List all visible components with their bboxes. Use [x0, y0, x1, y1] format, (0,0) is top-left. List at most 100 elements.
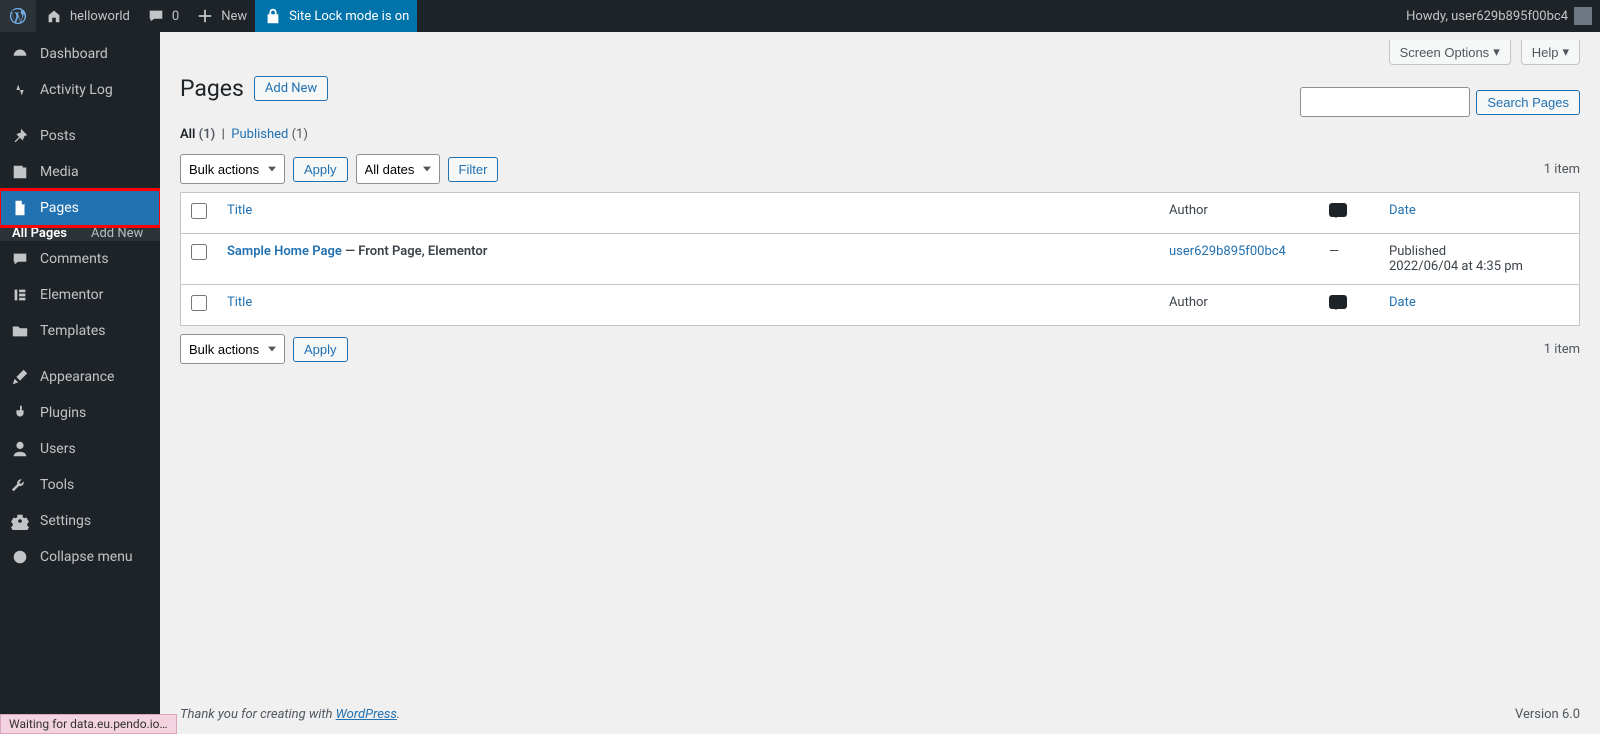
filter-all[interactable]: All: [180, 127, 195, 142]
menu-item-appearance[interactable]: Appearance: [0, 359, 160, 395]
chevron-down-icon: ▾: [1493, 44, 1500, 60]
col-comments-footer[interactable]: [1319, 284, 1379, 325]
comment-icon: [1329, 203, 1347, 217]
avatar: [1574, 7, 1592, 25]
menu-item-dashboard[interactable]: Dashboard: [0, 36, 160, 72]
sitelock-label: Site Lock mode is on: [289, 9, 409, 24]
menu-item-elementor[interactable]: Elementor: [0, 277, 160, 313]
folder-icon: [10, 321, 30, 341]
screen-options-button[interactable]: Screen Options ▾: [1389, 40, 1511, 65]
plug-icon: [10, 403, 30, 423]
admin-sidebar: DashboardActivity LogPostsMediaPagesAll …: [0, 32, 160, 734]
bulk-actions-select-bottom[interactable]: Bulk actions: [180, 334, 285, 364]
submenu-item-add-new[interactable]: Add New: [79, 220, 155, 247]
account-link[interactable]: Howdy, user629b895f00bc4: [1398, 7, 1600, 25]
new-label: New: [221, 9, 247, 24]
elementor-icon: [10, 285, 30, 305]
row-author-link[interactable]: user629b895f00bc4: [1169, 244, 1286, 259]
apply-button-top[interactable]: Apply: [293, 157, 348, 182]
wp-logo[interactable]: [0, 0, 36, 32]
menu-item-label: Templates: [40, 323, 106, 339]
item-count-bottom: 1 item: [1544, 342, 1580, 357]
chevron-down-icon: ▾: [1562, 44, 1569, 60]
select-all-bottom[interactable]: [191, 295, 207, 311]
select-all-top[interactable]: [191, 203, 207, 219]
table-row: Sample Home Page — Front Page, Elementor…: [181, 234, 1579, 284]
menu-item-users[interactable]: Users: [0, 431, 160, 467]
site-name-link[interactable]: helloworld: [36, 0, 138, 32]
menu-item-label: Elementor: [40, 287, 103, 303]
menu-item-media[interactable]: Media: [0, 154, 160, 190]
col-author-footer: Author: [1159, 284, 1319, 325]
new-content-link[interactable]: New: [187, 0, 255, 32]
row-states: — Front Page, Elementor: [342, 244, 488, 259]
menu-item-label: Tools: [40, 477, 74, 493]
search-input[interactable]: [1300, 87, 1470, 117]
col-date-header[interactable]: Date: [1389, 203, 1416, 218]
menu-item-posts[interactable]: Posts: [0, 118, 160, 154]
page-title: Pages: [180, 75, 244, 102]
browser-status-bar: Waiting for data.eu.pendo.io…: [0, 714, 177, 734]
row-title-link[interactable]: Sample Home Page: [227, 244, 342, 259]
admin-footer: Thank you for creating with WordPress. V…: [180, 695, 1580, 734]
comments-link[interactable]: 0: [138, 0, 187, 32]
row-comments: —: [1319, 234, 1379, 284]
pages-table: Title Author Date Sample Home Page — Fro…: [180, 192, 1580, 326]
menu-item-settings[interactable]: Settings: [0, 503, 160, 539]
sitelock-link[interactable]: Site Lock mode is on: [255, 0, 417, 32]
plus-icon: [195, 6, 215, 26]
menu-item-label: Media: [40, 164, 79, 180]
item-count-top: 1 item: [1544, 162, 1580, 177]
comment-icon: [10, 249, 30, 269]
home-icon: [44, 6, 64, 26]
media-icon: [10, 162, 30, 182]
row-checkbox[interactable]: [191, 244, 207, 260]
menu-item-collapse-menu[interactable]: Collapse menu: [0, 539, 160, 575]
filter-published-count: (1): [292, 127, 308, 142]
col-title-footer[interactable]: Title: [227, 295, 252, 310]
menu-item-templates[interactable]: Templates: [0, 313, 160, 349]
settings-icon: [10, 511, 30, 531]
help-label: Help: [1532, 45, 1559, 60]
filter-button[interactable]: Filter: [448, 157, 499, 182]
menu-item-label: Posts: [40, 128, 76, 144]
apply-button-bottom[interactable]: Apply: [293, 337, 348, 362]
filter-published[interactable]: Published: [231, 127, 288, 142]
help-button[interactable]: Help ▾: [1521, 40, 1580, 65]
wordpress-icon: [8, 6, 28, 26]
col-author-header: Author: [1159, 193, 1319, 234]
menu-item-label: Appearance: [40, 369, 114, 385]
menu-item-activity-log[interactable]: Activity Log: [0, 72, 160, 108]
collapse-icon: [10, 547, 30, 567]
date-filter-select[interactable]: All dates: [356, 154, 440, 184]
filter-all-count: (1): [199, 127, 216, 142]
search-button[interactable]: Search Pages: [1476, 90, 1580, 115]
lock-icon: [263, 6, 283, 26]
bulk-actions-select-top[interactable]: Bulk actions: [180, 154, 285, 184]
dashboard-icon: [10, 44, 30, 64]
main-content: Screen Options ▾ Help ▾ Pages Add New Se…: [160, 32, 1600, 734]
comment-icon: [146, 6, 166, 26]
menu-item-label: Users: [40, 441, 76, 457]
menu-item-label: Activity Log: [40, 82, 113, 98]
site-name: helloworld: [70, 9, 130, 24]
menu-item-label: Dashboard: [40, 46, 108, 62]
comment-icon: [1329, 295, 1347, 309]
user-icon: [10, 439, 30, 459]
submenu-item-all-pages[interactable]: All Pages: [0, 220, 79, 247]
version-text: Version 6.0: [1515, 707, 1580, 722]
wordpress-link[interactable]: WordPress: [336, 707, 397, 722]
col-title-header[interactable]: Title: [227, 203, 252, 218]
menu-item-plugins[interactable]: Plugins: [0, 395, 160, 431]
howdy-prefix: Howdy,: [1406, 9, 1451, 24]
col-date-footer[interactable]: Date: [1389, 295, 1416, 310]
status-filter: All (1) | Published (1): [180, 127, 1580, 142]
menu-item-label: Plugins: [40, 405, 86, 421]
menu-item-label: Collapse menu: [40, 549, 133, 565]
wrench-icon: [10, 475, 30, 495]
add-new-button[interactable]: Add New: [254, 76, 328, 101]
activity-icon: [10, 80, 30, 100]
col-comments-header[interactable]: [1319, 193, 1379, 234]
comment-count: 0: [172, 9, 179, 24]
menu-item-tools[interactable]: Tools: [0, 467, 160, 503]
